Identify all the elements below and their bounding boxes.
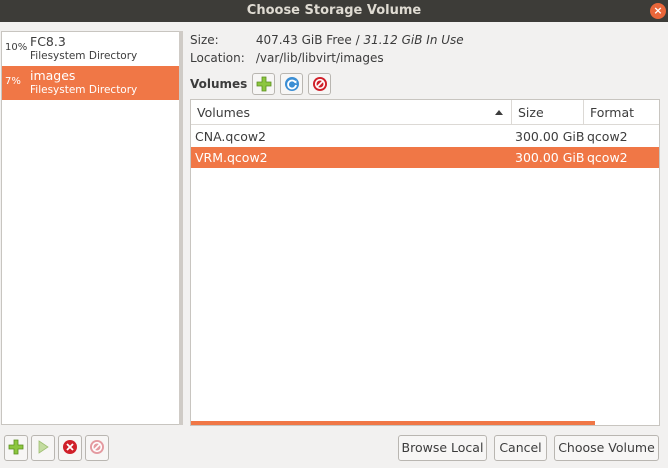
delete-icon xyxy=(313,77,327,91)
column-header-volumes[interactable]: Volumes xyxy=(191,100,511,125)
size-in-use: 31.12 GiB In Use xyxy=(363,33,464,47)
volume-format: qcow2 xyxy=(587,129,628,144)
add-pool-button[interactable] xyxy=(4,435,28,461)
pool-item-images[interactable]: 7% images Filesystem Directory xyxy=(2,66,180,100)
table-row[interactable]: VRM.qcow2 300.00 GiB qcow2 xyxy=(191,147,659,168)
add-volume-button[interactable] xyxy=(252,73,275,95)
refresh-volumes-button[interactable] xyxy=(280,73,303,95)
column-header-size[interactable]: Size xyxy=(511,100,583,125)
volumes-label: Volumes xyxy=(190,77,248,91)
delete-pool-icon xyxy=(90,440,104,454)
volume-format: qcow2 xyxy=(587,150,628,165)
cancel-button[interactable]: Cancel xyxy=(494,435,547,461)
pool-type: Filesystem Directory xyxy=(30,84,138,96)
window-title: Choose Storage Volume xyxy=(246,3,422,18)
pool-type: Filesystem Directory xyxy=(30,50,138,62)
volume-name: VRM.qcow2 xyxy=(195,150,268,165)
start-pool-button[interactable] xyxy=(31,435,55,461)
column-header-format[interactable]: Format xyxy=(583,100,659,125)
pool-name: images xyxy=(30,68,76,83)
volume-table: Volumes Size Format CNA.qcow2 300.00 GiB… xyxy=(190,99,660,426)
delete-volume-button[interactable] xyxy=(308,73,331,95)
refresh-icon xyxy=(285,77,299,91)
add-pool-icon xyxy=(8,439,24,455)
pool-usage-percent: 7% xyxy=(5,76,21,87)
volume-table-header: Volumes Size Format xyxy=(191,100,659,125)
stop-icon xyxy=(63,440,77,454)
volume-size: 300.00 GiB xyxy=(515,129,585,144)
browse-local-button[interactable]: Browse Local xyxy=(398,435,487,461)
pool-name: FC8.3 xyxy=(30,34,66,49)
volume-name: CNA.qcow2 xyxy=(195,129,267,144)
pool-item-fc8-3[interactable]: 10% FC8.3 Filesystem Directory xyxy=(2,32,180,66)
choose-volume-button[interactable]: Choose Volume xyxy=(554,435,659,461)
sort-ascending-icon xyxy=(495,110,503,115)
size-free: 407.43 GiB Free / xyxy=(255,33,364,47)
close-icon[interactable]: × xyxy=(650,3,666,19)
add-volume-icon xyxy=(256,76,272,92)
pool-info: Size: 407.43 GiB Free / 31.12 GiB In Use… xyxy=(190,32,464,68)
title-bar: Choose Storage Volume × xyxy=(0,0,668,22)
location-value: /var/lib/libvirt/images xyxy=(255,51,384,65)
horizontal-scrollbar[interactable] xyxy=(191,421,595,425)
pool-usage-percent: 10% xyxy=(5,42,28,53)
pool-list-scrollbar[interactable] xyxy=(179,31,183,425)
stop-pool-button[interactable] xyxy=(58,435,82,461)
size-label: Size: xyxy=(190,33,219,47)
storage-pool-list: 10% FC8.3 Filesystem Directory 7% images… xyxy=(1,31,183,425)
delete-pool-button[interactable] xyxy=(85,435,109,461)
play-icon xyxy=(38,440,49,454)
table-row[interactable]: CNA.qcow2 300.00 GiB qcow2 xyxy=(191,126,659,147)
location-label: Location: xyxy=(190,51,245,65)
size-value: 407.43 GiB Free / 31.12 GiB In Use xyxy=(256,33,464,47)
volume-size: 300.00 GiB xyxy=(515,150,585,165)
